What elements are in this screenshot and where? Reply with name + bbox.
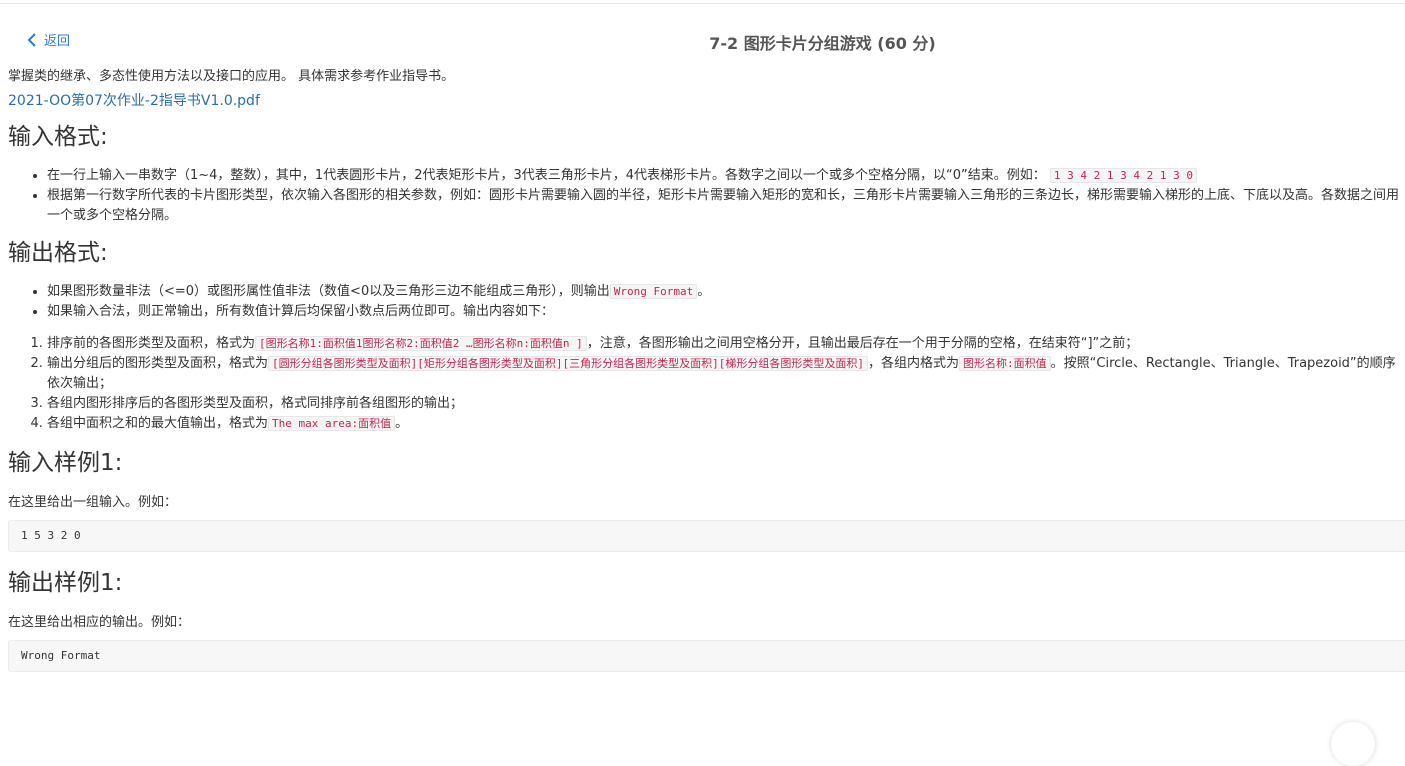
inline-code: 1 3 4 2 1 3 4 2 1 3 0 [1049, 168, 1197, 183]
sample-input-heading: 输入样例1: [8, 450, 123, 476]
header: 返回 7-2 图形卡片分组游戏 (60 分) [0, 26, 1405, 54]
inline-code: 图形名称:面积值 [959, 356, 1051, 371]
list-item: 根据第一行数字所代表的卡片图形类型，依次输入各图形的相关参数，例如：圆形卡片需要… [47, 186, 1405, 226]
inline-code: The max area:面积值 [268, 416, 396, 431]
list-item: 在一行上输入一串数字（1~4，整数），其中，1代表圆形卡片，2代表矩形卡片，3代… [47, 166, 1405, 186]
intro-text: 掌握类的继承、多态性使用方法以及接口的应用。 具体需求参考作业指导书。 [8, 69, 455, 84]
page-title: 7-2 图形卡片分组游戏 (60 分) [709, 34, 936, 53]
list-item: 排序前的各图形类型及面积，格式为[图形名称1:面积值1图形名称2:面积值2 …图… [47, 334, 1405, 354]
top-divider [0, 3, 1405, 4]
problem-content: 掌握类的继承、多态性使用方法以及接口的应用。 具体需求参考作业指导书。 2021… [8, 66, 1405, 672]
output-steps-list: 排序前的各图形类型及面积，格式为[图形名称1:面积值1图形名称2:面积值2 …图… [8, 334, 1405, 434]
inline-code: [图形名称1:面积值1图形名称2:面积值2 …图形名称n:面积值n ] [255, 336, 587, 351]
output-format-heading: 输出格式: [8, 240, 108, 266]
inline-code: Wrong Format [609, 284, 698, 299]
input-format-heading: 输入格式: [8, 124, 108, 150]
sample-output-heading: 输出样例1: [8, 570, 123, 596]
sample-input-code[interactable]: 1 5 3 2 0 [8, 520, 1405, 552]
list-item: 各组内图形排序后的各图形类型及面积，格式同排序前各组图形的输出； [47, 394, 1405, 414]
floating-help-button[interactable] [1331, 722, 1375, 766]
list-item: 输出分组后的图形类型及面积，格式为[圆形分组各图形类型及面积][矩形分组各图形类… [47, 354, 1405, 394]
inline-code: [圆形分组各图形类型及面积][矩形分组各图形类型及面积][三角形分组各图形类型及… [268, 356, 868, 371]
sample-output-label: 在这里给出相应的输出。例如： [8, 615, 191, 630]
list-item: 如果输入合法，则正常输出，所有数值计算后均保留小数点后两位即可。输出内容如下： [47, 302, 1405, 322]
list-item: 如果图形数量非法（<=0）或图形属性值非法（数值<0以及三角形三边不能组成三角形… [47, 282, 1405, 302]
input-format-list: 在一行上输入一串数字（1~4，整数），其中，1代表圆形卡片，2代表矩形卡片，3代… [8, 166, 1405, 226]
guide-pdf-link[interactable]: 2021-OO第07次作业-2指导书V1.0.pdf [8, 90, 1405, 112]
output-format-list: 如果图形数量非法（<=0）或图形属性值非法（数值<0以及三角形三边不能组成三角形… [8, 282, 1405, 322]
sample-output-code[interactable]: Wrong Format [8, 640, 1405, 672]
sample-input-label: 在这里给出一组输入。例如： [8, 495, 178, 510]
list-item: 各组中面积之和的最大值输出，格式为The max area:面积值。 [47, 414, 1405, 434]
